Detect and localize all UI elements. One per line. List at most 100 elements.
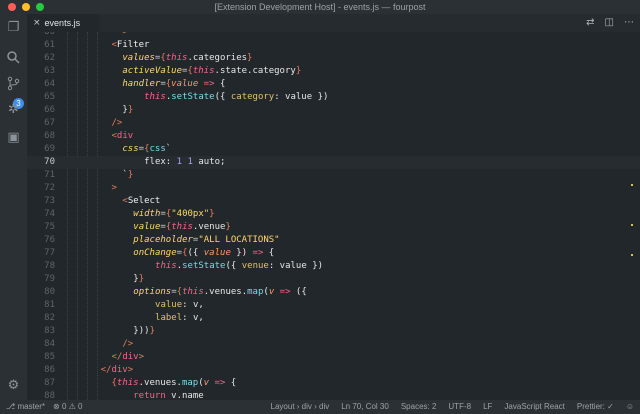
warning-count: 0 <box>78 402 83 411</box>
code-text: }))} <box>133 325 155 338</box>
code-line[interactable]: 70 flex: 1 1 auto; <box>27 156 640 169</box>
explorer-files-icon[interactable]: ❐ <box>6 20 21 35</box>
status-bar: ⎇ master* ⊗ 0 ⚠ 0 Layout › div › div Ln … <box>0 400 640 414</box>
code-line[interactable]: 72 > <box>27 182 640 195</box>
code-token: setState <box>171 92 215 102</box>
line-number: 61 <box>44 40 55 50</box>
line-number: 71 <box>44 170 55 180</box>
code-line[interactable]: 77 onChange={({ value }) => { <box>27 247 640 260</box>
code-line[interactable]: 86 </div> <box>27 364 640 377</box>
language-mode[interactable]: JavaScript React <box>504 400 564 414</box>
code-line[interactable]: 82 label: v, <box>27 312 640 325</box>
line-number: 86 <box>44 365 55 375</box>
code-text: this.setState({ category: value }) <box>133 91 328 104</box>
code-line[interactable]: 69 css={css` <box>27 143 640 156</box>
line-number: 63 <box>44 66 55 76</box>
code-text: <div <box>112 130 134 143</box>
code-line[interactable]: 76 placeholder="ALL LOCATIONS" <box>27 234 640 247</box>
code-token: } <box>247 53 253 63</box>
code-token: div <box>111 365 128 375</box>
code-token: => <box>198 79 220 89</box>
code-line[interactable]: 88 return v.name <box>27 390 640 400</box>
code-editor[interactable]: 60 >61 <Filter 62 values={this.categories} 63… <box>27 32 640 400</box>
code-token: /> <box>111 118 123 128</box>
source-control-icon[interactable] <box>6 76 21 91</box>
code-line[interactable]: 87 {this.venues.map(v => { <box>27 377 640 390</box>
split-editor-icon[interactable]: ◫ <box>605 16 614 30</box>
code-line[interactable]: 68 <div <box>27 130 640 143</box>
close-tab-icon[interactable]: × <box>33 18 41 28</box>
code-text: <Filter <box>112 39 150 52</box>
code-line[interactable]: 62 values={this.categories} <box>27 52 640 65</box>
code-token: this <box>182 287 204 297</box>
notifications-icon[interactable]: ☺ <box>626 400 634 414</box>
code-text: label: v, <box>144 312 204 325</box>
code-line[interactable]: 67 /> <box>27 117 640 130</box>
code-token: { <box>230 378 237 388</box>
code-token: > <box>138 352 145 362</box>
code-text: <Select <box>122 195 160 208</box>
code-line[interactable]: 85 </div> <box>27 351 640 364</box>
code-token: activeValue <box>122 66 182 76</box>
code-line[interactable]: 79}} <box>27 273 640 286</box>
tab-events-js[interactable]: × events.js <box>27 14 99 32</box>
code-token: Select <box>127 196 161 206</box>
code-line[interactable]: 78 this.setState({ venue: value }) <box>27 260 640 273</box>
search-icon[interactable] <box>6 50 21 65</box>
line-number: 74 <box>44 209 55 219</box>
code-token: .state.category <box>214 66 296 76</box>
line-number: 79 <box>44 274 55 284</box>
code-line[interactable]: 74 width={"400px"} <box>27 208 640 221</box>
code-token: .venues. <box>203 287 248 297</box>
cursor-position[interactable]: Ln 70, Col 30 <box>341 400 389 414</box>
code-token: flex: <box>133 157 177 167</box>
prettier-status[interactable]: Prettier: ✓ <box>577 400 614 414</box>
extensions-icon[interactable]: ▣ <box>6 130 21 145</box>
line-number: 84 <box>44 339 55 349</box>
code-line[interactable]: 84 /> <box>27 338 640 351</box>
code-line[interactable]: 60 > <box>27 32 640 39</box>
problems-indicator[interactable]: ⊗ 0 ⚠ 0 <box>53 400 82 414</box>
code-line[interactable]: 61 <Filter <box>27 39 640 52</box>
line-number: 78 <box>44 261 55 271</box>
gear-icon[interactable]: ⚙ <box>6 378 21 393</box>
title-bar: [Extension Development Host] - events.js… <box>0 0 640 14</box>
code-token: .venue <box>192 222 226 232</box>
code-line[interactable]: 81 value: v, <box>27 299 640 312</box>
breadcrumb[interactable]: Layout › div › div <box>271 400 330 414</box>
more-actions-icon[interactable]: ⋯ <box>624 16 634 30</box>
code-line[interactable]: 71 `} <box>27 169 640 182</box>
code-token: Filter <box>116 40 150 50</box>
code-text: `} <box>122 169 133 182</box>
code-token: 1 1 <box>176 157 193 167</box>
branch-indicator[interactable]: ⎇ master* <box>6 400 45 414</box>
code-line[interactable]: 64 handler={value => { <box>27 78 640 91</box>
code-line[interactable]: 75 value={this.venue} <box>27 221 640 234</box>
code-text: values={this.categories} <box>122 52 252 65</box>
line-number: 60 <box>44 32 55 37</box>
end-of-line[interactable]: LF <box>483 400 492 414</box>
indentation[interactable]: Spaces: 2 <box>401 400 437 414</box>
code-text: > <box>122 32 127 39</box>
code-line[interactable]: 73 <Select <box>27 195 640 208</box>
line-number: 66 <box>44 105 55 115</box>
code-text: </div> <box>112 351 145 364</box>
code-line[interactable]: 63 activeValue={this.state.category} <box>27 65 640 78</box>
debug-icon[interactable]: ✲ <box>6 102 21 117</box>
code-token: => <box>252 248 264 258</box>
line-number: 80 <box>44 287 55 297</box>
encoding[interactable]: UTF-8 <box>448 400 471 414</box>
code-line[interactable]: 80 options={this.venues.map(v => ({ <box>27 286 640 299</box>
error-count: 0 <box>61 402 67 411</box>
code-line[interactable]: 65 this.setState({ category: value }) <box>27 91 640 104</box>
code-text: handler={value => { <box>122 78 225 91</box>
tab-bar: × events.js ⇄ ◫ ⋯ <box>27 14 640 32</box>
code-token: } <box>295 66 302 76</box>
code-token: this <box>192 66 215 76</box>
line-number: 70 <box>44 157 55 167</box>
code-token: map <box>181 378 199 388</box>
open-changes-icon[interactable]: ⇄ <box>586 16 594 30</box>
code-token: </ <box>111 352 123 362</box>
code-line[interactable]: 66}} <box>27 104 640 117</box>
code-line[interactable]: 83}))} <box>27 325 640 338</box>
